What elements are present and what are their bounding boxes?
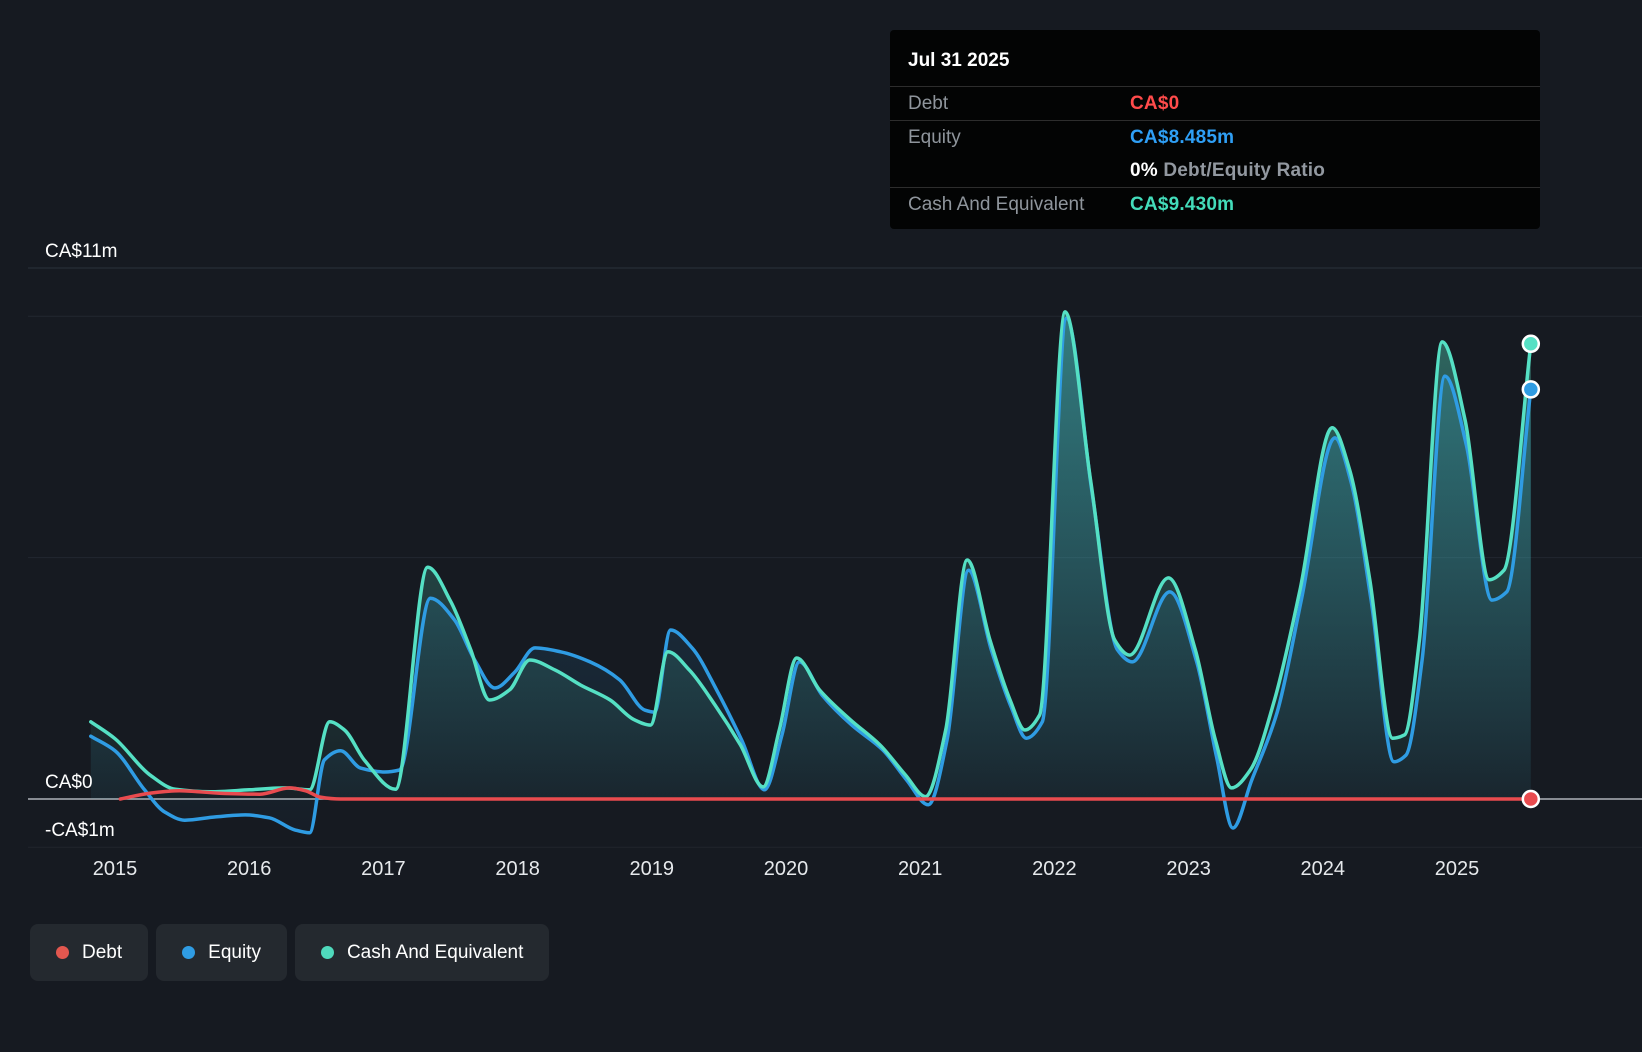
- tooltip-rows: Debt CA$0 Equity CA$8.485m 0% Debt/Equity Ra…: [890, 87, 1540, 221]
- x-axis-label: 2016: [226, 858, 272, 880]
- legend-dot-icon: [56, 946, 69, 959]
- legend-item-debt[interactable]: Debt: [30, 924, 149, 981]
- legend-dot-icon: [182, 946, 196, 959]
- legend-label: Debt: [82, 941, 123, 963]
- legend-label: Equity: [208, 941, 261, 963]
- equity-end-marker: [1521, 380, 1541, 399]
- tooltip-date: Jul 31 2025: [890, 42, 1540, 87]
- x-axis-label: 2023: [1166, 858, 1211, 880]
- tooltip-row-value: CA$9.430m: [1130, 193, 1235, 215]
- x-axis-label: 2018: [495, 858, 540, 880]
- x-axis-label: 2021: [897, 858, 943, 880]
- x-axis-label: 2022: [1032, 858, 1077, 880]
- tooltip-row-value: 0% Debt/Equity Ratio: [1130, 159, 1326, 181]
- legend-item-equity[interactable]: Equity: [156, 924, 287, 981]
- legend-label: Cash And Equivalent: [346, 941, 524, 963]
- x-axis-label: 2019: [629, 858, 675, 880]
- y-axis-label: CA$11m: [45, 241, 118, 262]
- y-axis-label: CA$0: [45, 772, 93, 793]
- tooltip-row: Equity CA$8.485m: [890, 120, 1540, 154]
- x-axis-label: 2017: [361, 858, 406, 880]
- tooltip-row-label: Cash And Equivalent: [908, 193, 1085, 215]
- tooltip-row: Debt CA$0: [890, 87, 1540, 120]
- x-axis-label: 2015: [92, 858, 138, 880]
- x-axis-label: 2025: [1434, 858, 1480, 880]
- legend-dot-icon: [320, 946, 334, 959]
- x-axis-label: 2024: [1300, 858, 1346, 880]
- tooltip-row: 0% Debt/Equity Ratio: [890, 154, 1540, 187]
- tooltip-row-value: CA$8.485m: [1130, 126, 1235, 148]
- tooltip-row-label: Equity: [908, 126, 961, 148]
- cash-and-equivalent-end-marker: [1521, 334, 1541, 354]
- tooltip-row-value: CA$0: [1130, 92, 1180, 114]
- tooltip-row-label: Debt: [908, 92, 949, 114]
- x-axis-label: 2020: [763, 858, 809, 880]
- cash-and-equivalent-area: [90, 311, 1531, 799]
- debt-end-marker: [1521, 789, 1541, 809]
- tooltip-row: Cash And Equivalent CA$9.430m: [890, 187, 1540, 221]
- chart-tooltip: Jul 31 2025 Debt CA$0 Equity CA$8.485m 0% De…: [890, 30, 1540, 229]
- chart-legend: Debt Equity Cash And Equivalent: [30, 924, 550, 981]
- y-axis-label: -CA$1m: [45, 820, 115, 842]
- debt-equity-chart: CA$11m CA$0 -CA$1m 2015 2016 2017 2018 2019 202…: [0, 0, 1642, 1052]
- legend-item-cash-and-equivalent[interactable]: Cash And Equivalent: [294, 924, 550, 981]
